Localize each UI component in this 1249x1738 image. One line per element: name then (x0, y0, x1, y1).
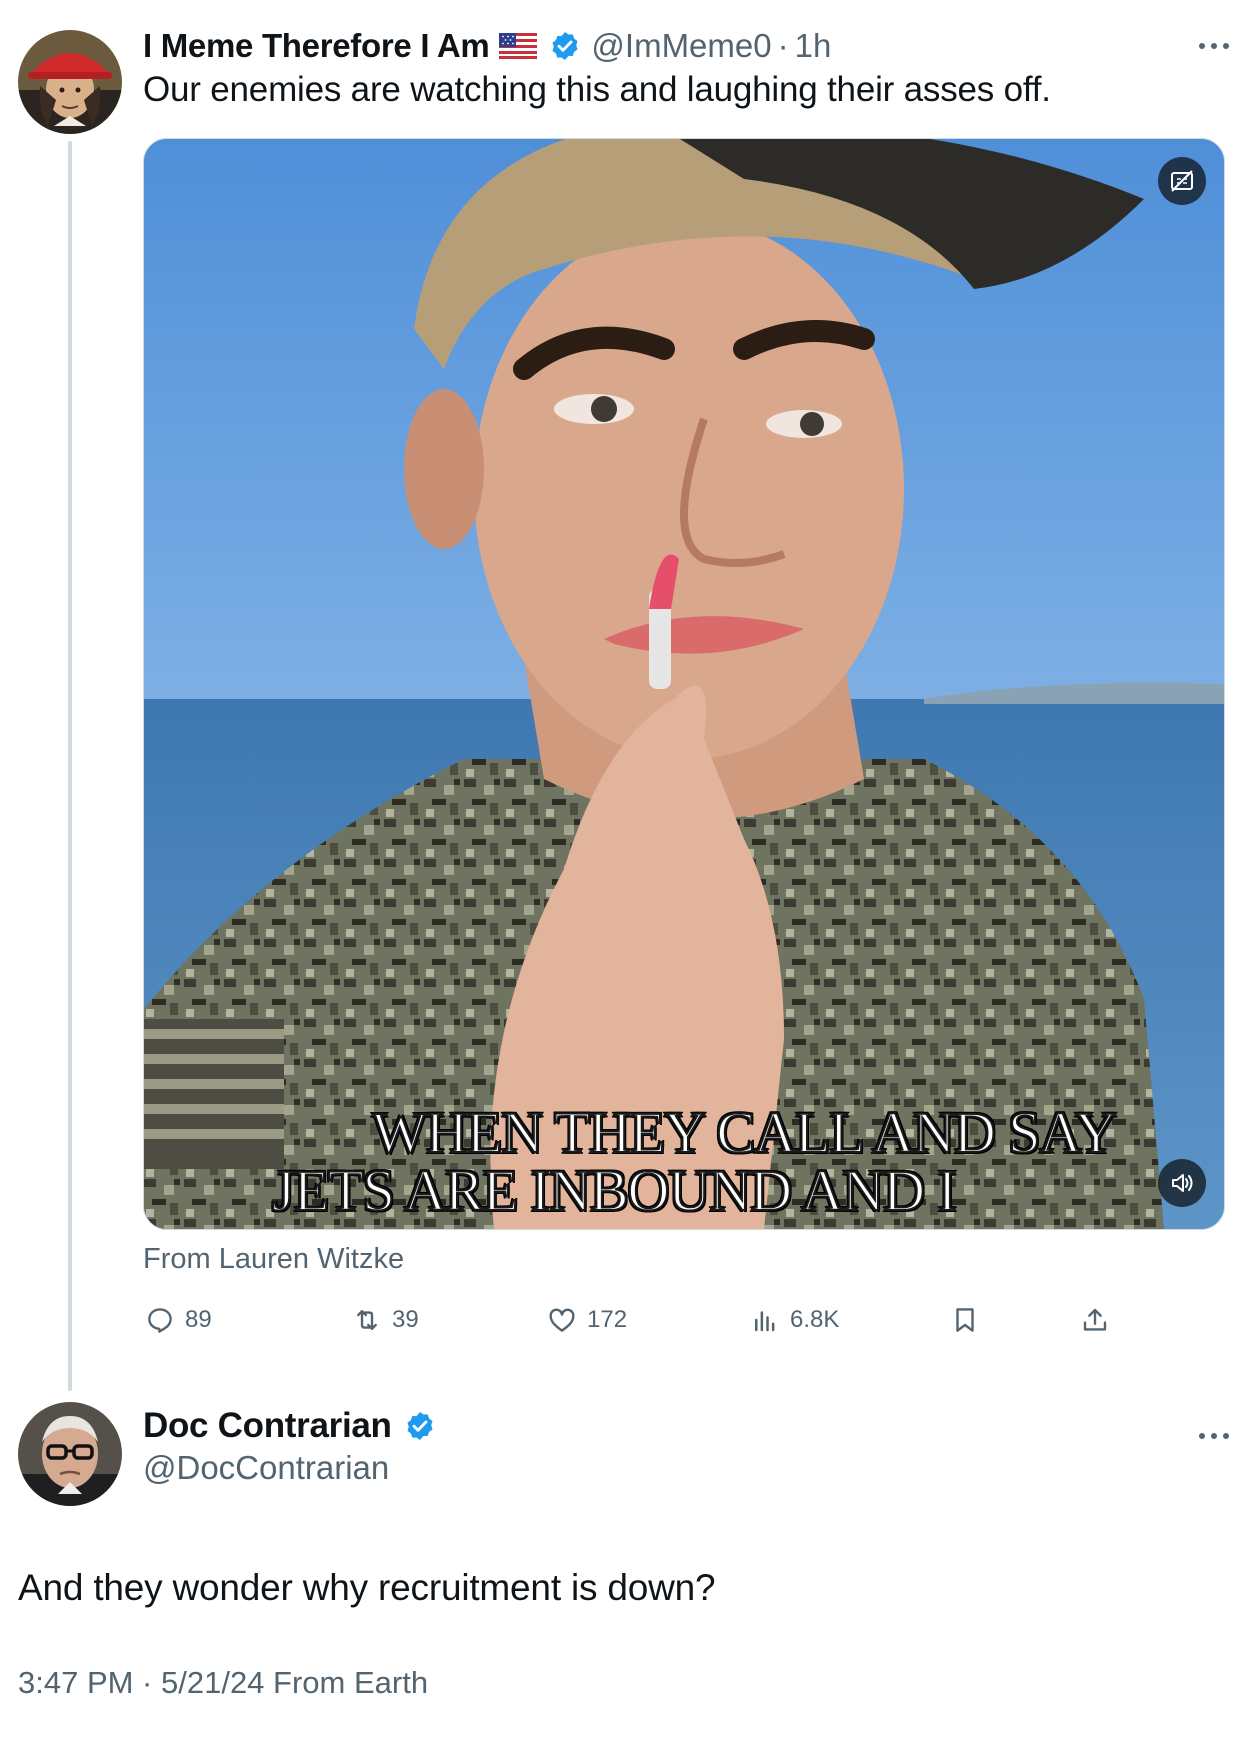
media-source-label[interactable]: From Lauren Witzke (143, 1243, 404, 1276)
verified-badge-icon[interactable] (549, 30, 581, 62)
video-caption-line-1: WHEN THEY CALL AND SAY (371, 1099, 1118, 1166)
thread-connector (68, 141, 72, 1391)
like-count: 172 (587, 1306, 628, 1333)
more-options-icon[interactable] (1194, 1426, 1234, 1446)
tweet-video[interactable]: WHEN THEY CALL AND SAY JETS ARE INBOUND … (143, 138, 1225, 1230)
separator-dot: · (777, 27, 789, 64)
verified-badge-icon[interactable] (404, 1410, 436, 1442)
share-icon (1083, 1308, 1107, 1331)
reply-timestamp[interactable]: 3:47 PM · 5/21/24 From Earth (18, 1665, 428, 1701)
tweet-thread: I Meme Therefore I Am @ImMeme0 · 1h Our … (0, 0, 1249, 1738)
bookmark-icon (956, 1308, 974, 1332)
share-action[interactable] (1080, 1300, 1110, 1340)
captions-button[interactable] (1158, 157, 1206, 205)
reply-author-name[interactable]: Doc Contrarian (143, 1406, 392, 1446)
speaker-icon (1172, 1174, 1193, 1192)
unmute-button[interactable] (1158, 1159, 1206, 1207)
retweet-count: 39 (392, 1306, 419, 1333)
reply-author: Doc Contrarian (143, 1406, 436, 1446)
heart-icon (549, 1308, 575, 1332)
reply-text: And they wonder why recruitment is down? (18, 1567, 716, 1608)
reply-action[interactable]: 89 (145, 1300, 212, 1340)
video-frame (144, 139, 1224, 1229)
us-flag-icon (499, 33, 538, 59)
bookmark-action[interactable] (950, 1300, 980, 1340)
tweet-header: I Meme Therefore I Am @ImMeme0 · 1h (143, 26, 831, 66)
reply-count: 89 (185, 1306, 212, 1333)
retweet-action[interactable]: 39 (352, 1300, 419, 1340)
analytics-icon (755, 1311, 775, 1332)
views-action[interactable]: 6.8K (750, 1300, 839, 1340)
tweet-time[interactable]: 1h (795, 27, 832, 65)
retweet-icon (357, 1310, 377, 1330)
like-action[interactable]: 172 (547, 1300, 627, 1340)
author-handle[interactable]: @ImMeme0 (591, 27, 771, 65)
closed-captions-icon (1171, 170, 1193, 192)
reply-icon (148, 1308, 172, 1333)
author-avatar[interactable] (18, 30, 122, 134)
author-name[interactable]: I Meme Therefore I Am (143, 27, 490, 65)
video-caption-line-2: JETS ARE INBOUND AND I (271, 1157, 958, 1224)
more-options-icon[interactable] (1194, 36, 1234, 56)
view-count: 6.8K (790, 1306, 840, 1333)
tweet-text: Our enemies are watching this and laughi… (143, 70, 1051, 109)
reply-author-handle[interactable]: @DocContrarian (143, 1449, 389, 1487)
reply-author-avatar[interactable] (18, 1402, 122, 1506)
